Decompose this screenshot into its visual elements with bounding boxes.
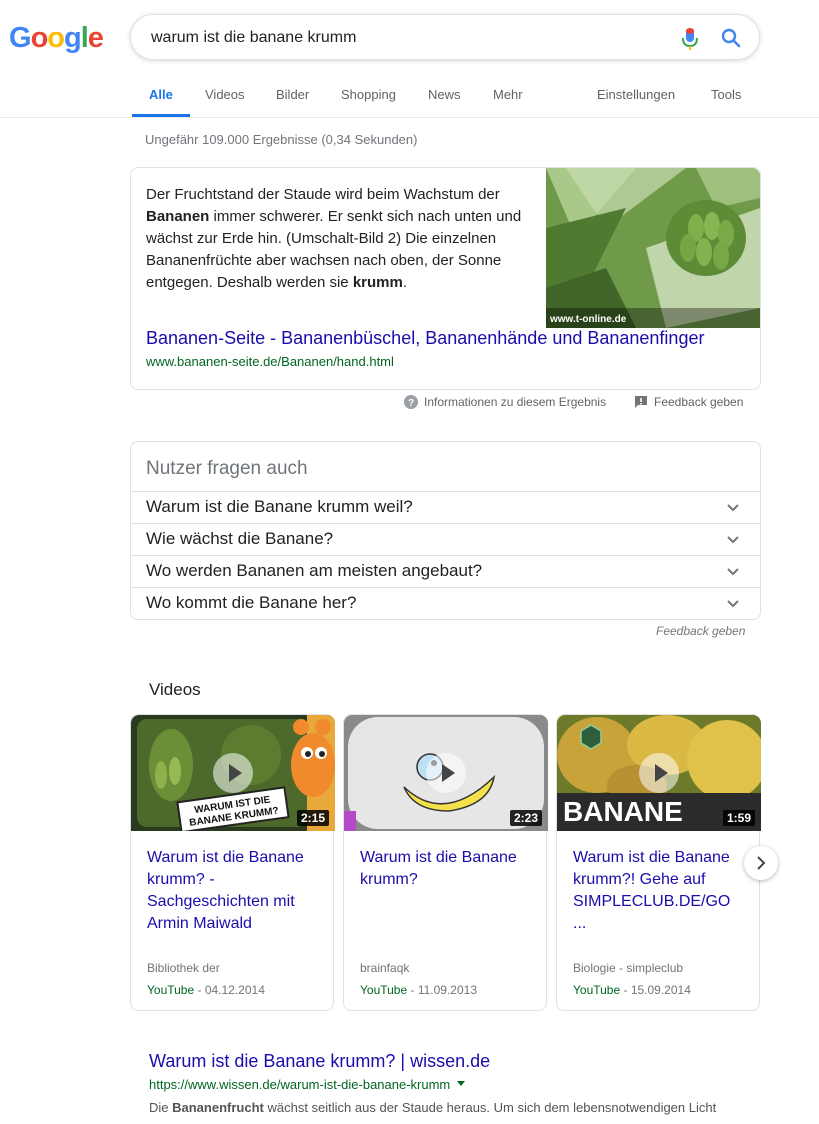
- chevron-down-icon: [727, 568, 739, 576]
- chevron-down-icon: [727, 504, 739, 512]
- logo-letter: o: [30, 22, 49, 54]
- paa-question[interactable]: Wo kommt die Banane her?: [130, 587, 760, 619]
- play-icon: [213, 753, 253, 793]
- video-site: YouTube: [360, 983, 408, 997]
- paa-question-text: Warum ist die Banane krumm weil?: [146, 497, 413, 516]
- tab-tools[interactable]: Tools: [711, 87, 741, 102]
- video-thumbnail[interactable]: WARUM IST DIE BANANE KRUMM? 2:15: [131, 715, 335, 831]
- paa-question[interactable]: Wie wächst die Banane?: [130, 523, 760, 555]
- video-title[interactable]: Warum ist die Banane krumm? - Sachgeschi…: [147, 847, 322, 935]
- paa-question[interactable]: Wo werden Bananen am meisten angebaut?: [130, 555, 760, 587]
- tab-mehr[interactable]: Mehr: [493, 87, 523, 102]
- google-logo[interactable]: Google: [9, 22, 104, 55]
- video-card[interactable]: 2:23 Warum ist die Banane krumm? brainfa…: [343, 714, 548, 1011]
- snippet-text-bold: krumm: [352, 274, 403, 291]
- dropdown-arrow-icon[interactable]: [456, 1080, 466, 1088]
- video-source: Bibliothek der: [147, 961, 220, 975]
- video-date: - 15.09.2014: [620, 983, 691, 997]
- result-snippet-part: wächst seitlich aus der Staude heraus. U…: [263, 1100, 717, 1115]
- snippet-text: Der Fruchtstand der Staude wird beim Wac…: [146, 184, 536, 294]
- banana-plant-image: www.t-online.de: [546, 168, 760, 328]
- paa-question[interactable]: Warum ist die Banane krumm weil?: [130, 491, 760, 523]
- result-url[interactable]: https://www.wissen.de/warum-ist-die-bana…: [149, 1077, 466, 1092]
- search-icon[interactable]: [721, 28, 741, 48]
- active-tab-indicator: [132, 114, 190, 117]
- chevron-down-icon: [727, 600, 739, 608]
- snippet-image[interactable]: www.t-online.de: [546, 168, 760, 328]
- image-caption: www.t-online.de: [549, 314, 627, 325]
- logo-letter: e: [87, 22, 104, 54]
- paa-title: Nutzer fragen auch: [146, 458, 308, 479]
- result-title-link[interactable]: Warum ist die Banane krumm? | wissen.de: [149, 1051, 490, 1072]
- svg-text:?: ?: [408, 398, 414, 409]
- paa-question-text: Wo werden Bananen am meisten angebaut?: [146, 561, 483, 580]
- play-icon: [639, 753, 679, 793]
- paa-question-text: Wie wächst die Banane?: [146, 529, 334, 548]
- search-input[interactable]: warum ist die banane krumm: [151, 29, 356, 47]
- result-url-text: https://www.wissen.de/warum-ist-die-bana…: [149, 1077, 451, 1092]
- logo-letter: l: [80, 22, 89, 54]
- about-result-link[interactable]: ? Informationen zu diesem Ergebnis: [404, 395, 606, 409]
- paa-feedback-link[interactable]: Feedback geben: [656, 624, 745, 638]
- video-thumbnail[interactable]: 2:23: [344, 715, 548, 831]
- result-stats: Ungefähr 109.000 Ergebnisse (0,34 Sekund…: [145, 132, 418, 147]
- video-site: YouTube: [147, 983, 195, 997]
- play-icon: [426, 753, 466, 793]
- feedback-link[interactable]: Feedback geben: [634, 395, 743, 409]
- video-date: - 11.09.2013: [407, 983, 477, 997]
- result-snippet-bold: Bananenfrucht: [172, 1100, 264, 1115]
- video-duration: 2:15: [296, 810, 329, 826]
- chevron-right-icon: [757, 856, 766, 870]
- tab-bilder[interactable]: Bilder: [276, 87, 309, 102]
- help-icon: ?: [404, 395, 418, 409]
- logo-letter: g: [64, 22, 82, 54]
- snippet-text-bold: Bananen: [146, 208, 210, 225]
- tab-einstellungen[interactable]: Einstellungen: [597, 87, 675, 102]
- tab-videos[interactable]: Videos: [205, 87, 245, 102]
- video-title[interactable]: Warum ist die Banane krumm?: [360, 847, 535, 891]
- search-box[interactable]: warum ist die banane krumm: [130, 14, 760, 60]
- video-date: - 04.12.2014: [194, 983, 265, 997]
- tab-news[interactable]: News: [428, 87, 461, 102]
- microphone-icon[interactable]: [681, 27, 699, 51]
- video-title[interactable]: Warum ist die Banane krumm?! Gehe auf SI…: [573, 847, 748, 935]
- video-thumbnail[interactable]: BANANE 1:59: [557, 715, 761, 831]
- search-tabs: Alle Videos Bilder Shopping News Mehr Ei…: [0, 72, 819, 118]
- carousel-next-button[interactable]: [744, 846, 778, 880]
- video-source: brainfaqk: [360, 961, 410, 975]
- tab-alle[interactable]: Alle: [149, 87, 173, 102]
- video-card[interactable]: WARUM IST DIE BANANE KRUMM? 2:15 Warum i…: [130, 714, 335, 1011]
- feedback-icon: [635, 396, 647, 408]
- video-meta: YouTube - 04.12.2014: [147, 983, 265, 997]
- snippet-text-part: .: [402, 274, 408, 291]
- video-meta: YouTube - 11.09.2013: [360, 983, 477, 997]
- video-meta: YouTube - 15.09.2014: [573, 983, 691, 997]
- video-site: YouTube: [573, 983, 621, 997]
- paa-question-text: Wo kommt die Banane her?: [146, 593, 357, 612]
- result-snippet-part: Die: [149, 1100, 173, 1115]
- logo-letter: o: [47, 22, 65, 54]
- videos-heading: Videos: [149, 680, 201, 699]
- video-card[interactable]: BANANE 1:59 Warum ist die Banane krumm?!…: [556, 714, 761, 1011]
- video-duration: 2:23: [509, 810, 542, 826]
- tab-shopping[interactable]: Shopping: [341, 87, 396, 102]
- video-duration: 1:59: [722, 810, 755, 826]
- svg-text:BANANE: BANANE: [563, 796, 683, 827]
- logo-letter: G: [9, 22, 32, 54]
- snippet-text-part: Der Fruchtstand der Staude wird beim Wac…: [146, 186, 500, 203]
- chevron-down-icon: [727, 536, 739, 544]
- about-result-label: Informationen zu diesem Ergebnis: [424, 395, 607, 409]
- result-snippet: Die Bananenfrucht wächst seitlich aus de…: [149, 1098, 769, 1118]
- video-source: Biologie - simpleclub: [573, 961, 684, 975]
- snippet-result-link[interactable]: Bananen-Seite - Bananenbüschel, Bananenh…: [146, 328, 704, 349]
- feedback-label: Feedback geben: [654, 395, 744, 409]
- snippet-result-url: www.bananen-seite.de/Bananen/hand.html: [146, 354, 394, 369]
